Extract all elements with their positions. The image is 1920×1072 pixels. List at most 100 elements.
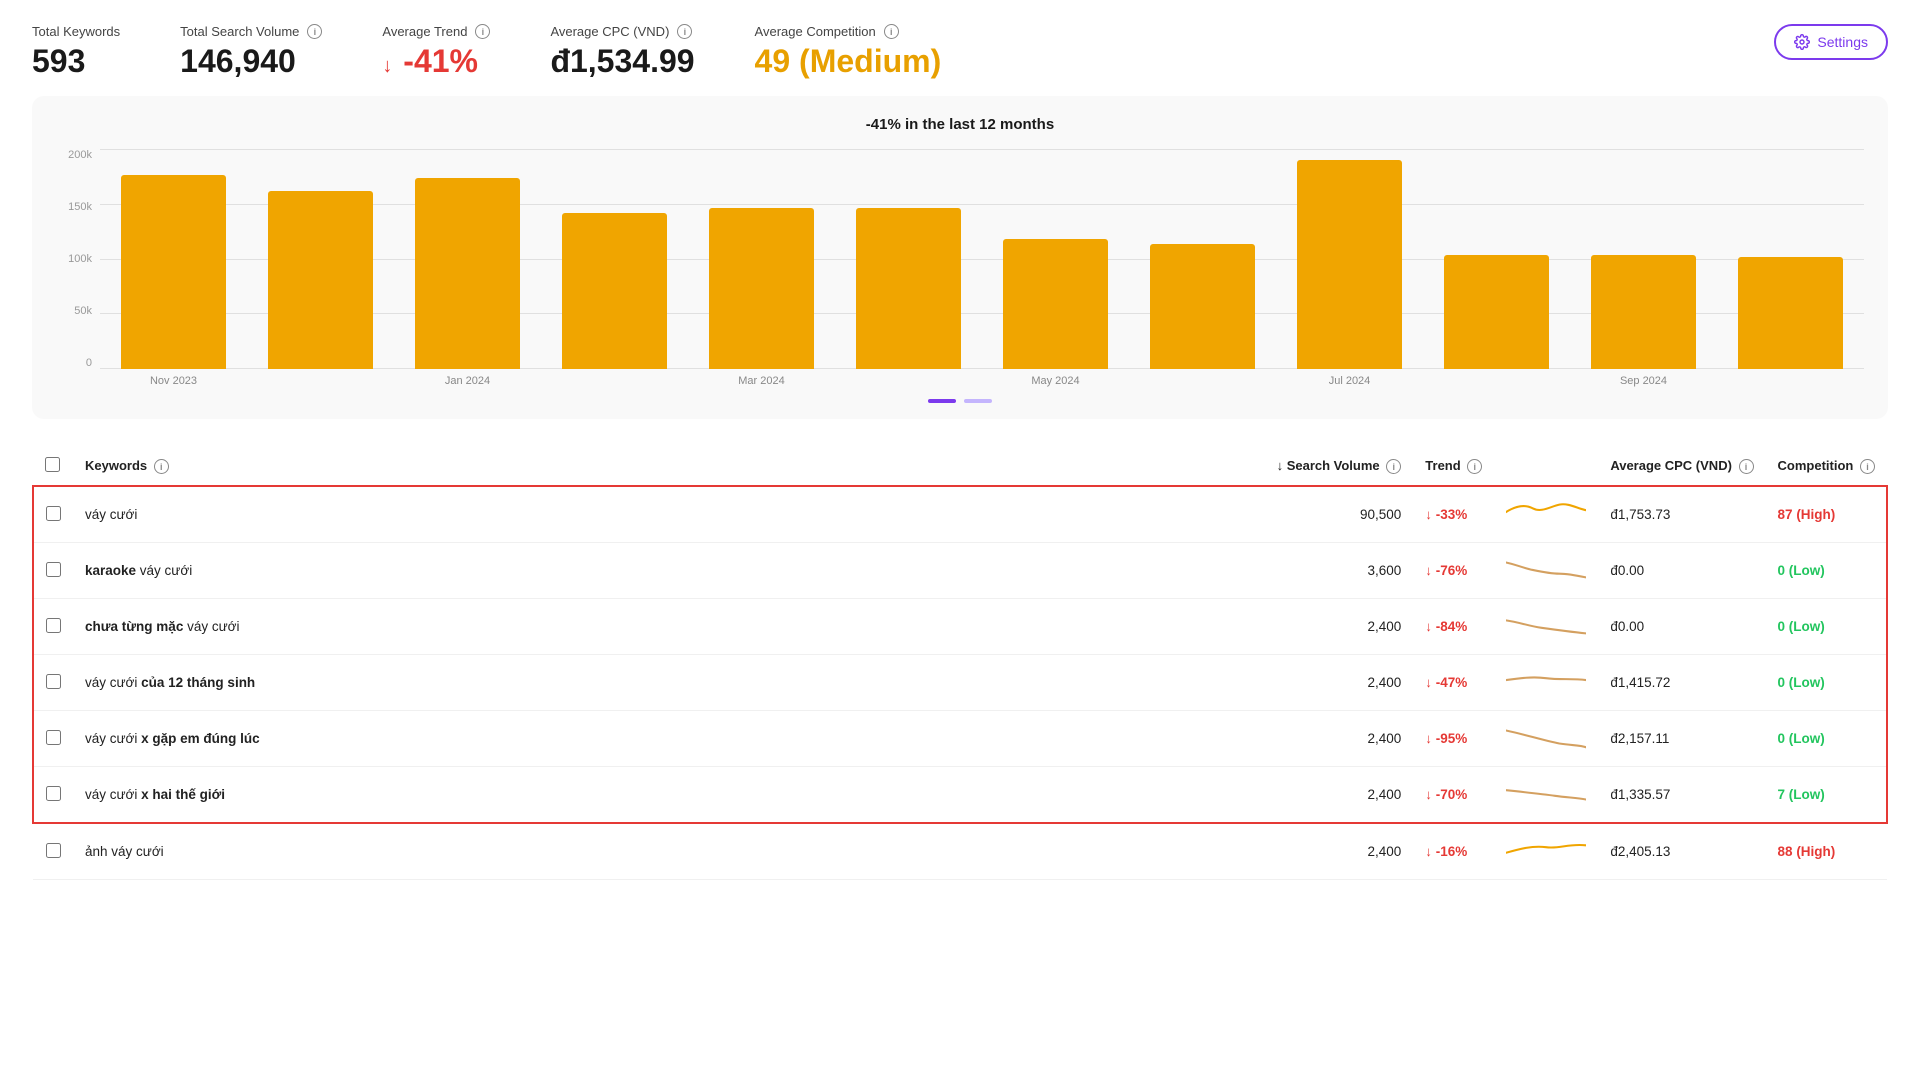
bar[interactable] xyxy=(1150,244,1256,369)
row-sparkline xyxy=(1494,543,1598,599)
row-search-volume: 2,400 xyxy=(1265,655,1414,711)
bar[interactable] xyxy=(268,191,374,369)
average-trend-value: ↓ -41% xyxy=(382,43,490,80)
average-competition-stat: Average Competition i 49 (Medium) xyxy=(755,24,942,80)
bar[interactable] xyxy=(709,208,815,369)
row-keyword: váy cưới x gặp em đúng lúc xyxy=(73,711,1265,767)
row-checkbox-cell xyxy=(33,543,73,599)
bar[interactable] xyxy=(856,208,962,369)
bar[interactable] xyxy=(1444,255,1550,369)
bar-group xyxy=(100,149,247,369)
comp-col-info-icon[interactable]: i xyxy=(1860,459,1875,474)
total-keywords-stat: Total Keywords 593 xyxy=(32,24,120,80)
bar-group xyxy=(541,149,688,369)
table-body: váy cưới90,500↓ -33% đ1,753.7387 (High)k… xyxy=(33,486,1887,880)
average-trend-stat: Average Trend i ↓ -41% xyxy=(382,24,490,80)
average-cpc-info-icon[interactable]: i xyxy=(677,24,692,39)
row-search-volume: 2,400 xyxy=(1265,599,1414,655)
x-labels: Nov 2023Jan 2024Mar 2024May 2024Jul 2024… xyxy=(100,375,1864,387)
table-row: karaoke váy cưới3,600↓ -76% đ0.000 (Low) xyxy=(33,543,1887,599)
bar[interactable] xyxy=(1738,257,1844,369)
bar-group xyxy=(1717,149,1864,369)
total-sv-info-icon[interactable]: i xyxy=(307,24,322,39)
row-cpc: đ1,753.73 xyxy=(1598,486,1765,543)
bar-group xyxy=(1570,149,1717,369)
row-cpc: đ1,415.72 xyxy=(1598,655,1765,711)
table-row: váy cưới90,500↓ -33% đ1,753.7387 (High) xyxy=(33,486,1887,543)
bar[interactable] xyxy=(1297,160,1403,369)
row-search-volume: 3,600 xyxy=(1265,543,1414,599)
keywords-col-info-icon[interactable]: i xyxy=(154,459,169,474)
header-search-volume[interactable]: ↓ Search Volume i xyxy=(1265,447,1414,486)
bar[interactable] xyxy=(562,213,668,369)
bar-group xyxy=(1129,149,1276,369)
settings-button[interactable]: Settings xyxy=(1774,24,1888,60)
bar[interactable] xyxy=(415,178,521,369)
row-competition: 0 (Low) xyxy=(1766,599,1887,655)
bar-group xyxy=(982,149,1129,369)
row-search-volume: 2,400 xyxy=(1265,711,1414,767)
row-checkbox-cell xyxy=(33,823,73,880)
row-keyword: ảnh váy cưới xyxy=(73,823,1265,880)
y-axis: 0 50k 100k 150k 200k xyxy=(56,149,92,369)
table-header-row: Keywords i ↓ Search Volume i Trend i Ave… xyxy=(33,447,1887,486)
total-search-volume-label: Total Search Volume i xyxy=(180,24,322,39)
table-section: Keywords i ↓ Search Volume i Trend i Ave… xyxy=(32,447,1888,880)
row-competition: 0 (Low) xyxy=(1766,711,1887,767)
row-checkbox[interactable] xyxy=(46,843,61,858)
row-checkbox[interactable] xyxy=(46,618,61,633)
row-keyword: karaoke váy cưới xyxy=(73,543,1265,599)
row-keyword: váy cưới xyxy=(73,486,1265,543)
row-checkbox-cell xyxy=(33,711,73,767)
x-label: Sep 2024 xyxy=(1570,375,1717,387)
trend-col-info-icon[interactable]: i xyxy=(1467,459,1482,474)
bar-group xyxy=(1276,149,1423,369)
bars-wrapper xyxy=(100,149,1864,369)
x-label xyxy=(1717,375,1864,387)
row-trend: ↓ -84% xyxy=(1413,599,1494,655)
row-checkbox[interactable] xyxy=(46,506,61,521)
chart-title: -41% in the last 12 months xyxy=(56,116,1864,133)
row-keyword: chưa từng mặc váy cưới xyxy=(73,599,1265,655)
average-trend-label: Average Trend i xyxy=(382,24,490,39)
average-trend-info-icon[interactable]: i xyxy=(475,24,490,39)
row-trend: ↓ -47% xyxy=(1413,655,1494,711)
row-checkbox-cell xyxy=(33,655,73,711)
sparkline-svg xyxy=(1506,779,1586,807)
bar[interactable] xyxy=(1591,255,1697,369)
average-competition-label: Average Competition i xyxy=(755,24,942,39)
row-checkbox[interactable] xyxy=(46,674,61,689)
row-cpc: đ0.00 xyxy=(1598,543,1765,599)
row-cpc: đ1,335.57 xyxy=(1598,767,1765,824)
row-trend: ↓ -70% xyxy=(1413,767,1494,824)
average-cpc-stat: Average CPC (VND) i đ1,534.99 xyxy=(550,24,694,80)
row-cpc: đ2,157.11 xyxy=(1598,711,1765,767)
row-checkbox[interactable] xyxy=(46,562,61,577)
x-label: Jul 2024 xyxy=(1276,375,1423,387)
cpc-col-info-icon[interactable]: i xyxy=(1739,459,1754,474)
row-cpc: đ2,405.13 xyxy=(1598,823,1765,880)
bar[interactable] xyxy=(1003,239,1109,369)
row-checkbox[interactable] xyxy=(46,730,61,745)
sparkline-svg xyxy=(1506,836,1586,864)
sv-col-info-icon[interactable]: i xyxy=(1386,459,1401,474)
x-label xyxy=(247,375,394,387)
average-competition-info-icon[interactable]: i xyxy=(884,24,899,39)
row-competition: 0 (Low) xyxy=(1766,655,1887,711)
row-search-volume: 2,400 xyxy=(1265,823,1414,880)
row-sparkline xyxy=(1494,767,1598,824)
row-checkbox[interactable] xyxy=(46,786,61,801)
chart-area: 0 50k 100k 150k 200k xyxy=(56,149,1864,369)
bar-group xyxy=(394,149,541,369)
row-competition: 0 (Low) xyxy=(1766,543,1887,599)
row-competition: 88 (High) xyxy=(1766,823,1887,880)
select-all-checkbox[interactable] xyxy=(45,457,60,472)
sparkline-svg xyxy=(1506,555,1586,583)
bar[interactable] xyxy=(121,175,227,369)
chart-section: -41% in the last 12 months 0 50k 100k 15… xyxy=(32,96,1888,419)
row-keyword: váy cưới của 12 tháng sinh xyxy=(73,655,1265,711)
total-keywords-label: Total Keywords xyxy=(32,24,120,39)
x-label: Nov 2023 xyxy=(100,375,247,387)
stats-section: Total Keywords 593 Total Search Volume i… xyxy=(0,0,1920,96)
x-label xyxy=(541,375,688,387)
